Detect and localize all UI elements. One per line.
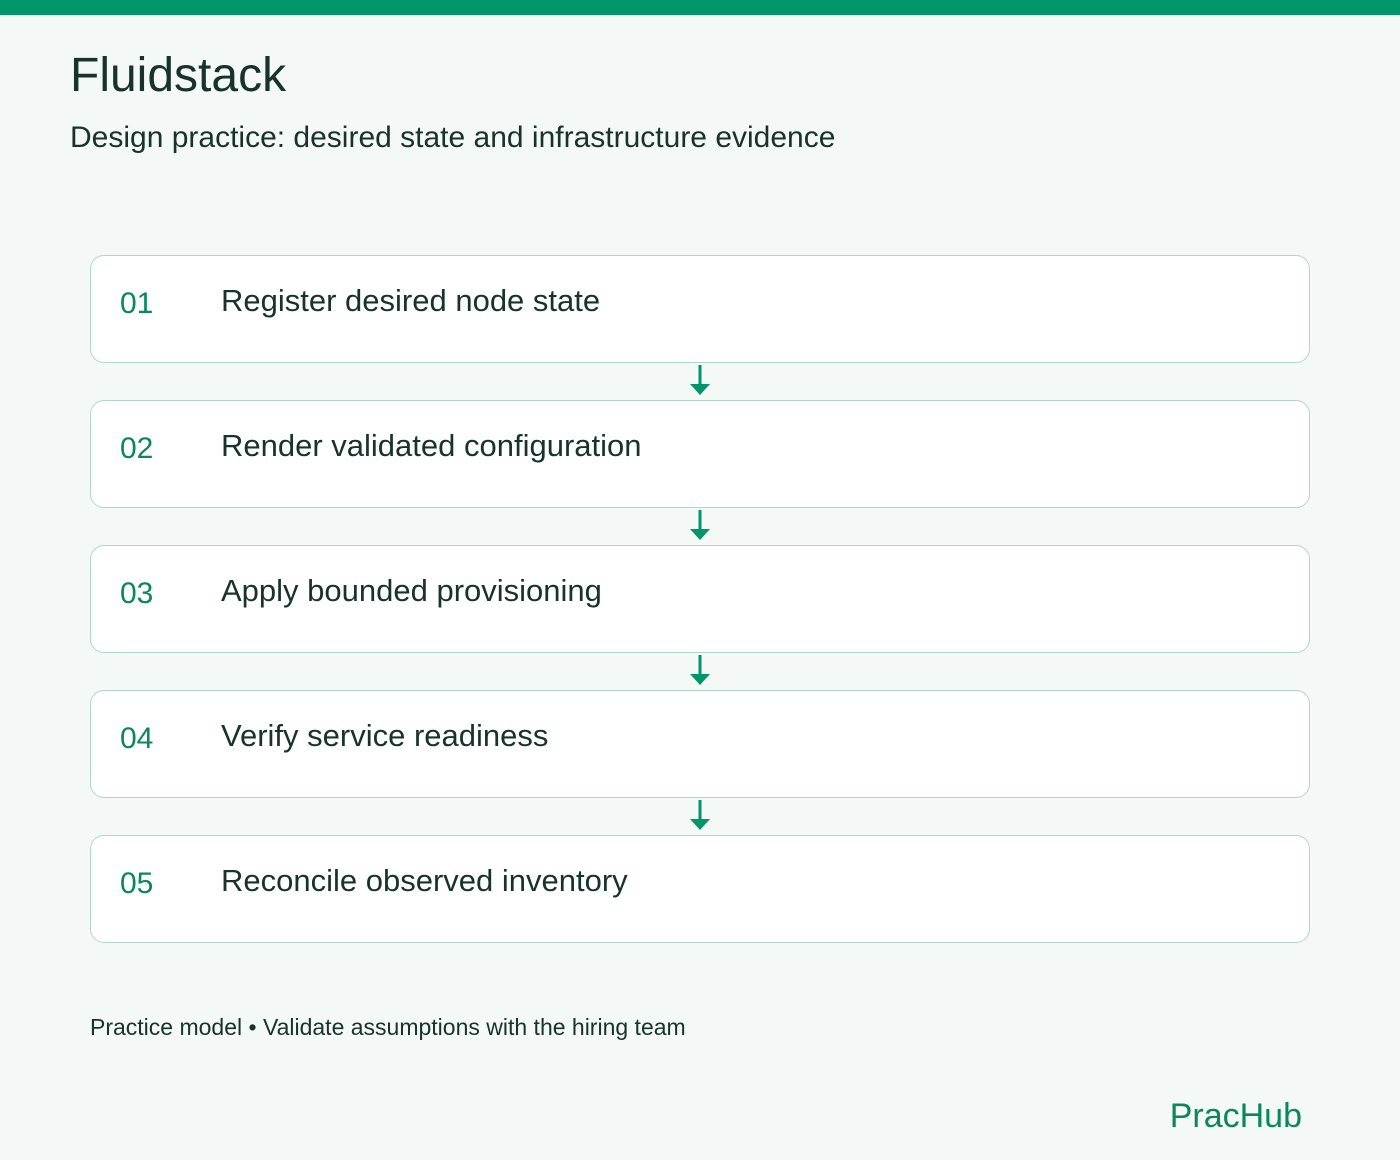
down-arrow-icon bbox=[690, 365, 710, 395]
step-card-2: 02 Render validated configuration bbox=[90, 400, 1310, 508]
step-label: Verify service readiness bbox=[221, 718, 549, 753]
step-label: Apply bounded provisioning bbox=[221, 573, 602, 608]
page-subtitle: Design practice: desired state and infra… bbox=[70, 121, 836, 154]
step-number: 03 bbox=[120, 577, 154, 610]
step-card-1: 01 Register desired node state bbox=[90, 255, 1310, 363]
step-label: Register desired node state bbox=[221, 283, 601, 318]
top-accent-bar bbox=[0, 0, 1400, 15]
step-label: Render validated configuration bbox=[221, 428, 642, 463]
step-card-5: 05 Reconcile observed inventory bbox=[90, 835, 1310, 943]
brand-logo-text: PracHub bbox=[1169, 1097, 1302, 1135]
down-arrow-icon bbox=[690, 655, 710, 685]
page-title: Fluidstack bbox=[70, 49, 287, 102]
step-number: 04 bbox=[120, 722, 154, 755]
step-card-4: 04 Verify service readiness bbox=[90, 690, 1310, 798]
step-number: 01 bbox=[120, 287, 154, 320]
step-number: 05 bbox=[120, 867, 154, 900]
footer-note: Practice model • Validate assumptions wi… bbox=[90, 1014, 686, 1040]
down-arrow-icon bbox=[690, 510, 710, 540]
step-label: Reconcile observed inventory bbox=[221, 863, 628, 898]
step-card-3: 03 Apply bounded provisioning bbox=[90, 545, 1310, 653]
down-arrow-icon bbox=[690, 800, 710, 830]
step-number: 02 bbox=[120, 432, 154, 465]
